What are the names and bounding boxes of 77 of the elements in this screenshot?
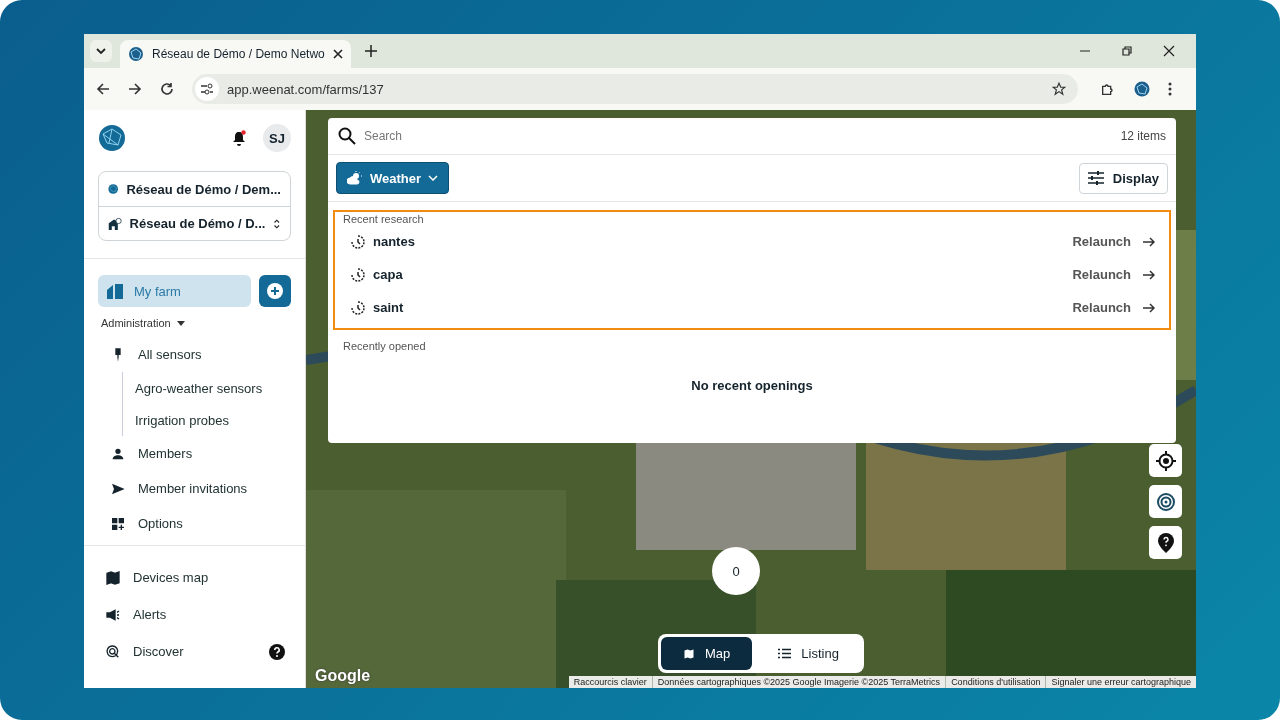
history-icon bbox=[351, 300, 365, 315]
new-tab-icon[interactable] bbox=[364, 45, 377, 57]
recent-search-item[interactable]: nantes Relaunch bbox=[335, 225, 1169, 258]
sidebar-item[interactable]: Devices map bbox=[98, 560, 291, 595]
locate-button[interactable] bbox=[1149, 444, 1182, 477]
sidebar-item[interactable]: Options bbox=[98, 506, 291, 541]
star-icon[interactable] bbox=[1052, 82, 1066, 96]
crosshair-icon bbox=[1155, 450, 1176, 471]
farm-selector[interactable]: Réseau de Démo / D... bbox=[99, 206, 290, 240]
search-field[interactable]: Search bbox=[362, 128, 1115, 144]
network-selector[interactable]: Réseau de Démo / Dem... bbox=[99, 172, 290, 206]
user-avatar[interactable]: SJ bbox=[263, 124, 291, 152]
map-credits: Données cartographiques ©2025 Google Imagerie ©2025 TerraMetrics bbox=[652, 676, 946, 688]
map-logo: Google bbox=[315, 667, 371, 685]
item-count: 12 items bbox=[1120, 129, 1166, 143]
forward-icon[interactable] bbox=[128, 82, 142, 96]
arrow-right-icon bbox=[1143, 236, 1155, 247]
close-icon[interactable] bbox=[332, 49, 343, 59]
sidebar-item[interactable]: Members bbox=[98, 436, 291, 471]
sidebar-item[interactable]: My farm bbox=[98, 275, 251, 307]
back-icon[interactable] bbox=[96, 82, 110, 96]
radar-button[interactable] bbox=[1149, 485, 1182, 518]
spiral-icon bbox=[1155, 491, 1176, 512]
display-button[interactable]: Display bbox=[1078, 162, 1168, 194]
recent-search-item[interactable]: saint Relaunch bbox=[335, 291, 1169, 324]
view-tab[interactable]: Listing bbox=[756, 637, 861, 670]
help-icon[interactable] bbox=[269, 643, 285, 660]
help-pin-icon bbox=[1156, 532, 1175, 553]
view-tab[interactable]: Map bbox=[661, 637, 753, 670]
sidebar-subitem[interactable]: Agro-weather sensors bbox=[122, 372, 291, 404]
arrow-right-icon bbox=[1143, 269, 1155, 280]
sliders-icon bbox=[1087, 171, 1104, 185]
map-footer-link[interactable]: Conditions d'utilisation bbox=[946, 676, 1046, 688]
arrow-right-icon bbox=[1143, 302, 1155, 313]
sidebar-item[interactable]: Alerts bbox=[98, 597, 291, 632]
tab-list-button[interactable] bbox=[90, 40, 112, 62]
restore-icon[interactable] bbox=[1121, 45, 1133, 57]
bell-icon[interactable] bbox=[231, 130, 247, 146]
browser-tab[interactable]: Réseau de Démo / Demo Netwo bbox=[120, 40, 351, 68]
section-title: Recently opened bbox=[342, 340, 427, 352]
empty-message: No recent openings bbox=[690, 378, 814, 393]
megaphone-icon bbox=[105, 606, 121, 623]
globe-logo-icon[interactable] bbox=[98, 124, 126, 152]
section-title: Recent research bbox=[342, 213, 425, 225]
search-icon bbox=[338, 127, 356, 145]
discover-icon bbox=[105, 643, 121, 660]
site-settings-icon[interactable] bbox=[195, 77, 219, 101]
map-icon bbox=[105, 569, 121, 586]
sidebar-item[interactable]: Discover bbox=[98, 634, 291, 669]
sidebar-item[interactable]: All sensors bbox=[98, 337, 291, 372]
map-icon bbox=[683, 647, 695, 660]
plus-circle-icon bbox=[267, 283, 283, 299]
globe-logo-icon bbox=[128, 46, 144, 62]
chevron-down-icon bbox=[428, 175, 439, 181]
history-icon bbox=[351, 267, 365, 282]
close-icon[interactable] bbox=[1163, 45, 1175, 57]
section-toggle[interactable]: Administration bbox=[98, 317, 185, 329]
chevron-down-icon bbox=[95, 45, 107, 57]
address-bar[interactable]: app.weenat.com/farms/137 bbox=[192, 74, 1078, 104]
sidebar-subitem[interactable]: Irrigation probes bbox=[122, 404, 291, 436]
nav-icon bbox=[110, 515, 126, 532]
weather-filter-button[interactable]: Weather bbox=[336, 162, 450, 194]
menu-icon[interactable] bbox=[1168, 82, 1172, 96]
profile-icon[interactable] bbox=[1134, 81, 1150, 97]
puzzle-icon[interactable] bbox=[1100, 81, 1116, 97]
history-icon bbox=[351, 234, 365, 249]
sidebar-item[interactable]: Member invitations bbox=[98, 471, 291, 506]
sun-cloud-icon bbox=[347, 171, 363, 185]
recent-search-item[interactable]: capa Relaunch bbox=[335, 258, 1169, 291]
help-button[interactable] bbox=[1149, 526, 1182, 559]
list-icon bbox=[778, 648, 792, 659]
map-footer-link[interactable]: Raccourcis clavier bbox=[568, 676, 652, 688]
reload-icon[interactable] bbox=[160, 82, 174, 96]
add-button[interactable] bbox=[259, 275, 291, 307]
tab-title: Réseau de Démo / Demo Netwo bbox=[152, 47, 325, 61]
caret-icon bbox=[176, 320, 185, 326]
map-footer-link[interactable]: Signaler une erreur cartographique bbox=[1046, 676, 1196, 688]
